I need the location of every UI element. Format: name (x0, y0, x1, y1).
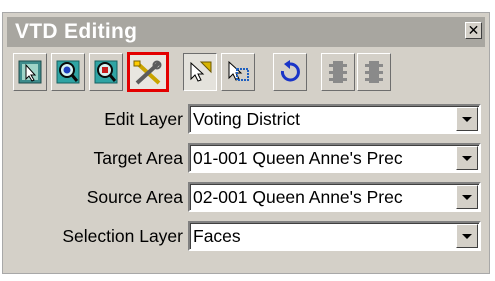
window-title: VTD Editing (15, 20, 138, 43)
close-button[interactable]: ✕ (465, 22, 482, 39)
traffic-light-button-2[interactable] (357, 53, 391, 91)
source-area-label: Source Area (86, 187, 183, 207)
chevron-down-icon (462, 234, 472, 239)
source-area-dropdown-button[interactable] (456, 185, 478, 209)
selection-layer-value: Faces (193, 226, 241, 246)
edit-tools-button[interactable] (127, 52, 169, 92)
select-icon (18, 60, 42, 84)
toolbar (9, 52, 485, 95)
undo-icon (280, 60, 300, 82)
target-area-select[interactable]: 01-001 Queen Anne's Prec (188, 143, 481, 173)
traffic-light-button-1[interactable] (321, 53, 355, 91)
chevron-down-icon (462, 195, 472, 200)
undo-button[interactable] (273, 53, 307, 91)
edit-layer-value: Voting District (193, 109, 300, 129)
chevron-down-icon (462, 156, 472, 161)
target-area-value: 01-001 Queen Anne's Prec (193, 148, 403, 168)
identify-pointer-button[interactable] (183, 53, 217, 91)
edit-layer-select[interactable]: Voting District (188, 104, 481, 134)
selection-layer-select[interactable]: Faces (188, 221, 481, 251)
source-area-value: 02-001 Queen Anne's Prec (193, 187, 403, 207)
source-area-select[interactable]: 02-001 Queen Anne's Prec (188, 182, 481, 212)
select-area-pointer-button[interactable] (221, 53, 255, 91)
title-bar[interactable]: VTD Editing ✕ (7, 17, 485, 47)
selection-layer-dropdown-button[interactable] (456, 224, 478, 248)
edit-layer-row: Edit Layer Voting District (3, 104, 489, 136)
traffic-light-icon (329, 61, 347, 83)
zoom-out-icon (94, 60, 118, 84)
edit-layer-label: Edit Layer (104, 109, 183, 129)
selection-layer-row: Selection Layer Faces (3, 221, 489, 253)
zoom-in-button[interactable] (51, 53, 85, 91)
zoom-in-icon (56, 60, 80, 84)
identify-pointer-icon (190, 61, 212, 82)
vtd-editing-panel: VTD Editing ✕ Edit Layer Voting District… (2, 12, 490, 274)
source-area-row: Source Area 02-001 Queen Anne's Prec (3, 182, 489, 214)
target-area-label: Target Area (93, 148, 184, 168)
close-icon: ✕ (467, 22, 480, 38)
zoom-out-button[interactable] (89, 53, 123, 91)
target-area-row: Target Area 01-001 Queen Anne's Prec (3, 143, 489, 175)
chevron-down-icon (462, 117, 472, 122)
edit-tools-icon (133, 60, 162, 85)
selection-layer-label: Selection Layer (62, 226, 183, 246)
select-area-pointer-icon (228, 60, 249, 81)
traffic-light-icon (365, 61, 383, 83)
select-tool-button[interactable] (13, 53, 47, 91)
target-area-dropdown-button[interactable] (456, 146, 478, 170)
edit-layer-dropdown-button[interactable] (456, 107, 478, 131)
